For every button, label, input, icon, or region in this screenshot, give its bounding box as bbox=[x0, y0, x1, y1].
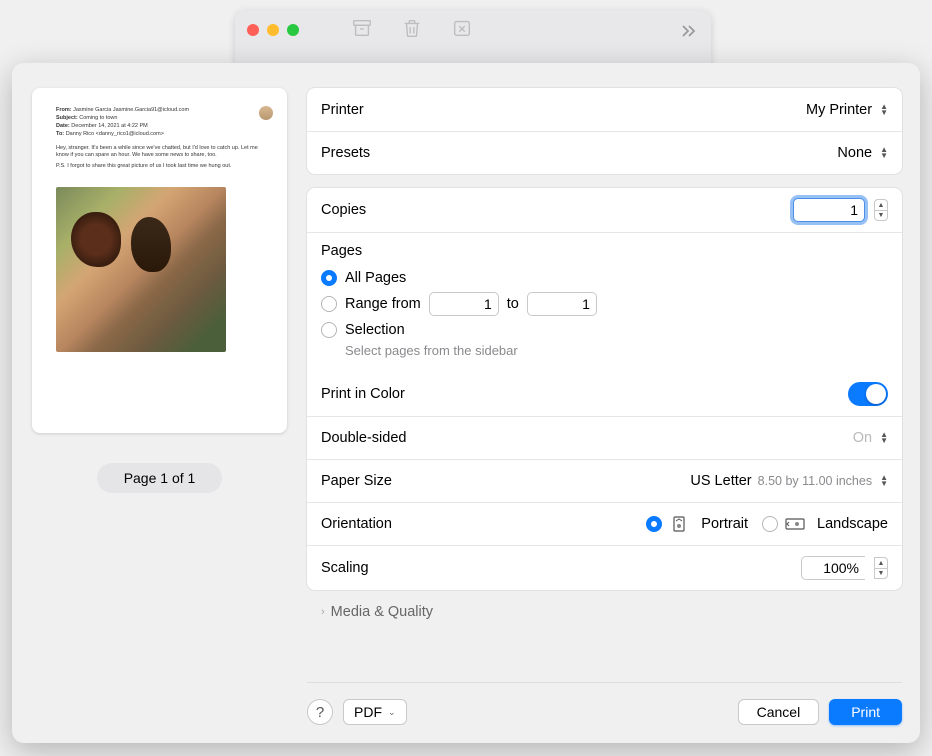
printer-label: Printer bbox=[321, 102, 364, 118]
scaling-label: Scaling bbox=[321, 560, 369, 576]
presets-row[interactable]: Presets None ▲▼ bbox=[307, 131, 902, 174]
page-indicator[interactable]: Page 1 of 1 bbox=[97, 463, 222, 493]
media-quality-disclosure[interactable]: › Media & Quality bbox=[307, 590, 902, 634]
pdf-button[interactable]: PDF ⌄ bbox=[343, 699, 407, 725]
pages-selection-option[interactable]: Selection bbox=[321, 319, 888, 341]
copies-row: Copies ▲▼ bbox=[307, 188, 902, 232]
pages-all-option[interactable]: All Pages bbox=[321, 267, 888, 289]
traffic-lights bbox=[247, 24, 299, 36]
chevron-updown-icon: ▲▼ bbox=[880, 475, 888, 487]
zoom-window-button[interactable] bbox=[287, 24, 299, 36]
print-color-row: Print in Color bbox=[307, 372, 902, 416]
pages-range-option[interactable]: Range from to bbox=[321, 289, 888, 319]
paper-size-dims: 8.50 by 11.00 inches bbox=[758, 474, 872, 488]
settings-pane: Printer My Printer ▲▼ Presets None ▲▼ Co… bbox=[307, 63, 920, 743]
paper-size-label: Paper Size bbox=[321, 473, 392, 489]
pages-block: Pages All Pages Range from to Selection … bbox=[307, 232, 902, 372]
radio-icon bbox=[646, 516, 662, 532]
landscape-icon bbox=[784, 516, 806, 532]
dialog-footer: ? PDF ⌄ Cancel Print bbox=[307, 682, 902, 743]
chevron-updown-icon: ▲▼ bbox=[880, 104, 888, 116]
presets-label: Presets bbox=[321, 145, 370, 161]
printer-section: Printer My Printer ▲▼ Presets None ▲▼ bbox=[307, 88, 902, 174]
print-dialog: From: Jasmine Garcia Jasmine.Garcia91@ic… bbox=[12, 63, 920, 743]
range-to-input[interactable] bbox=[527, 292, 597, 316]
help-button[interactable]: ? bbox=[307, 699, 333, 725]
copies-label: Copies bbox=[321, 202, 366, 218]
printer-value: My Printer bbox=[806, 102, 872, 118]
close-window-button[interactable] bbox=[247, 24, 259, 36]
radio-icon bbox=[321, 270, 337, 286]
junk-icon bbox=[451, 17, 473, 44]
preview-pane: From: Jasmine Garcia Jasmine.Garcia91@ic… bbox=[12, 63, 307, 743]
scaling-stepper[interactable]: ▲▼ bbox=[874, 557, 888, 579]
orientation-row: Orientation Portrait Landscape bbox=[307, 502, 902, 545]
minimize-window-button[interactable] bbox=[267, 24, 279, 36]
chevron-updown-icon: ▲▼ bbox=[880, 432, 888, 444]
copies-input[interactable] bbox=[793, 198, 865, 222]
trash-icon bbox=[401, 17, 423, 44]
orientation-label: Orientation bbox=[321, 516, 392, 532]
selection-hint: Select pages from the sidebar bbox=[345, 343, 888, 358]
range-from-input[interactable] bbox=[429, 292, 499, 316]
paper-size-row[interactable]: Paper Size US Letter 8.50 by 11.00 inche… bbox=[307, 459, 902, 502]
print-color-toggle[interactable] bbox=[848, 382, 888, 406]
archive-icon bbox=[351, 17, 373, 44]
radio-icon bbox=[321, 296, 337, 312]
orientation-portrait[interactable]: Portrait bbox=[646, 513, 748, 535]
chevron-right-icon: › bbox=[321, 606, 325, 618]
chevron-down-icon: ⌄ bbox=[388, 707, 396, 718]
preview-content: From: Jasmine Garcia Jasmine.Garcia91@ic… bbox=[44, 98, 275, 179]
paper-size-value: US Letter bbox=[690, 473, 751, 489]
copies-stepper[interactable]: ▲▼ bbox=[874, 199, 888, 221]
double-sided-label: Double-sided bbox=[321, 430, 406, 446]
pages-label: Pages bbox=[321, 243, 888, 259]
scaling-input[interactable] bbox=[801, 556, 865, 580]
background-toolbar bbox=[351, 17, 473, 44]
cancel-button[interactable]: Cancel bbox=[738, 699, 820, 725]
double-sided-value: On bbox=[853, 430, 872, 446]
presets-value: None bbox=[837, 145, 872, 161]
portrait-icon bbox=[668, 516, 690, 532]
page-preview[interactable]: From: Jasmine Garcia Jasmine.Garcia91@ic… bbox=[32, 88, 287, 433]
scaling-row: Scaling ▲▼ bbox=[307, 545, 902, 590]
print-button[interactable]: Print bbox=[829, 699, 902, 725]
preview-photo bbox=[56, 187, 226, 352]
window-titlebar bbox=[235, 10, 711, 50]
avatar-icon bbox=[259, 106, 273, 120]
orientation-landscape[interactable]: Landscape bbox=[762, 513, 888, 535]
options-section: Copies ▲▼ Pages All Pages Range from to bbox=[307, 188, 902, 590]
printer-row[interactable]: Printer My Printer ▲▼ bbox=[307, 88, 902, 131]
radio-icon bbox=[762, 516, 778, 532]
double-sided-row[interactable]: Double-sided On ▲▼ bbox=[307, 416, 902, 459]
print-color-label: Print in Color bbox=[321, 386, 405, 402]
chevron-updown-icon: ▲▼ bbox=[880, 147, 888, 159]
radio-icon bbox=[321, 322, 337, 338]
overflow-icon[interactable] bbox=[681, 24, 697, 43]
